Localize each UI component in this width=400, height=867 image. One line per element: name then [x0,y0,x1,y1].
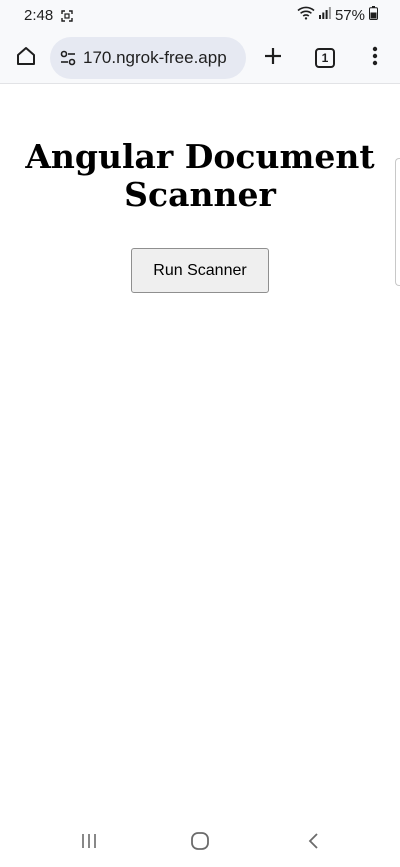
new-tab-button[interactable] [258,42,288,74]
wifi-icon [297,6,315,25]
tabs-icon: 1 [315,48,335,68]
home-circle-icon [190,831,210,856]
battery-icon [369,5,378,25]
recents-icon [80,833,98,854]
tune-icon[interactable] [59,49,77,67]
tab-count: 1 [321,51,329,65]
back-icon [307,832,319,855]
nav-home-button[interactable] [180,830,220,856]
home-button[interactable] [10,42,42,74]
system-nav-bar [0,818,400,867]
screenshot-icon [61,9,73,22]
status-time: 2:48 [24,7,54,24]
recents-button[interactable] [69,830,109,856]
address-bar[interactable]: 170.ngrok-free.app [50,37,246,79]
browser-toolbar: 170.ngrok-free.app 1 [0,32,400,84]
url-text[interactable]: 170.ngrok-free.app [83,48,227,68]
page-title: Angular Document Scanner [25,137,375,214]
tab-switcher-button[interactable]: 1 [309,42,341,74]
edge-panel-handle[interactable] [395,158,400,286]
battery-percentage: 57% [334,6,365,24]
signal-icon [318,6,331,25]
plus-icon [263,46,283,71]
status-bar: 2:48 57% [0,0,400,32]
browser-menu-button[interactable] [360,42,390,74]
home-icon [15,45,37,72]
more-vert-icon [372,46,378,71]
run-scanner-button[interactable]: Run Scanner [131,248,269,293]
status-icons: 57% [297,5,378,25]
back-button[interactable] [293,830,333,856]
